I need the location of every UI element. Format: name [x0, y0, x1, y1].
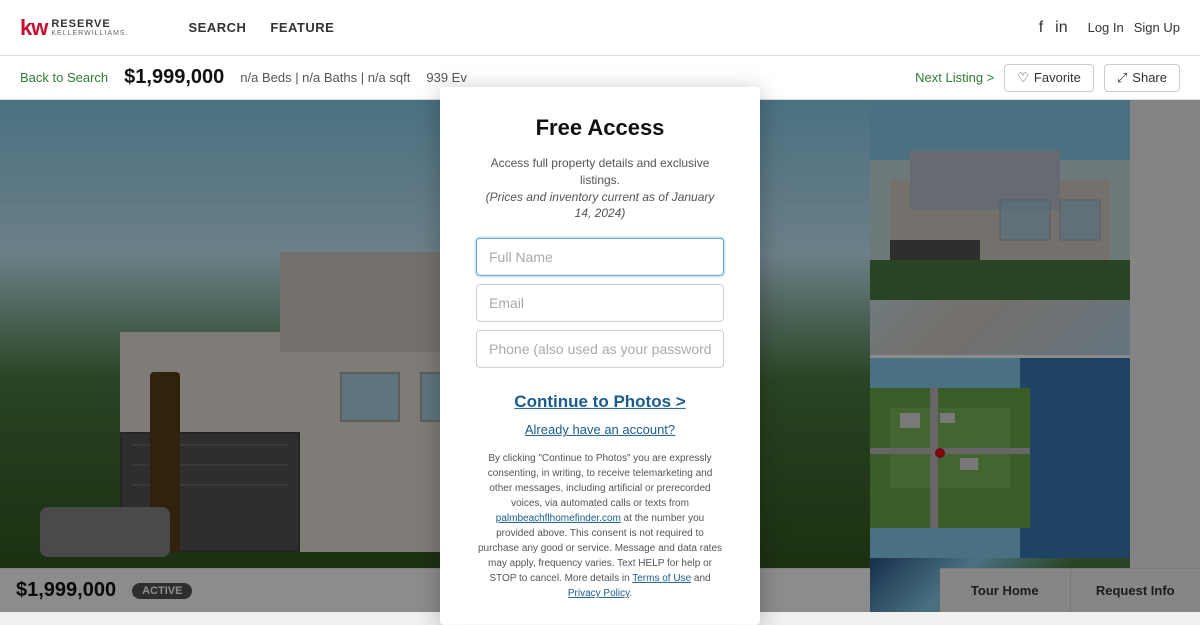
email-input[interactable]: [476, 284, 724, 322]
auth-buttons: Log In Sign Up: [1088, 20, 1180, 35]
listing-price: $1,999,000: [124, 66, 224, 89]
logo-sub: KELLERWILLIAMS.: [51, 30, 128, 37]
disclaimer-and: and: [691, 573, 710, 584]
free-access-modal: Free Access Access full property details…: [440, 87, 760, 625]
disclaimer-end: .: [629, 588, 632, 599]
log-in-button[interactable]: Log In: [1088, 20, 1124, 35]
disclaimer-text-1: By clicking "Continue to Photos" you are…: [488, 453, 713, 509]
terms-link[interactable]: Terms of Use: [632, 573, 691, 584]
continue-to-photos-button[interactable]: Continue to Photos >: [476, 392, 724, 412]
next-listing-link[interactable]: Next Listing >: [915, 70, 994, 85]
favorite-button[interactable]: ♡ Favorite: [1004, 64, 1094, 92]
header: kw RESERVE KELLERWILLIAMS. SEARCH FEATUR…: [0, 0, 1200, 56]
modal-subtitle: Access full property details and exclusi…: [476, 155, 724, 222]
beds-baths: n/a Beds | n/a Baths | n/a sqft: [240, 70, 410, 85]
listing-info: $1,999,000 n/a Beds | n/a Baths | n/a sq…: [124, 66, 467, 89]
social-links: f in: [1039, 19, 1068, 37]
header-right: f in Log In Sign Up: [1039, 19, 1180, 37]
nav-feature[interactable]: FEATURE: [270, 20, 334, 35]
privacy-link[interactable]: Privacy Policy: [568, 588, 630, 599]
heart-icon: ♡: [1017, 70, 1029, 86]
back-to-search-link[interactable]: Back to Search: [20, 70, 108, 85]
modal-subtitle-line1: Access full property details and exclusi…: [491, 156, 710, 187]
facebook-icon[interactable]: f: [1039, 19, 1043, 37]
share-icon: ⤢: [1117, 70, 1127, 86]
logo: kw RESERVE KELLERWILLIAMS.: [20, 15, 128, 41]
phone-input[interactable]: [476, 330, 724, 368]
logo-reserve: RESERVE: [51, 18, 128, 30]
disclaimer-site-link[interactable]: palmbeachflhomefinder.com: [496, 513, 621, 524]
sign-up-button[interactable]: Sign Up: [1134, 20, 1180, 35]
share-label: Share: [1132, 70, 1167, 85]
full-name-input[interactable]: [476, 238, 724, 276]
linkedin-icon[interactable]: in: [1055, 19, 1067, 37]
modal-subtitle-line2: (Prices and inventory current as of Janu…: [486, 190, 715, 221]
already-have-account-link[interactable]: Already have an account?: [476, 422, 724, 437]
modal-title: Free Access: [476, 115, 724, 141]
nav: SEARCH FEATURE: [188, 20, 334, 35]
address-short: 939 Ev: [426, 70, 466, 85]
favorite-label: Favorite: [1034, 70, 1081, 85]
listing-actions: Next Listing > ♡ Favorite ⤢ Share: [915, 64, 1180, 92]
share-button[interactable]: ⤢ Share: [1104, 64, 1180, 92]
modal-disclaimer: By clicking "Continue to Photos" you are…: [476, 451, 724, 601]
nav-search[interactable]: SEARCH: [188, 20, 246, 35]
logo-kw: kw: [20, 15, 47, 41]
main-content: 📷 📍 ▶ $1,999,000 ACTIVE Tour Home Reques…: [0, 100, 1200, 612]
